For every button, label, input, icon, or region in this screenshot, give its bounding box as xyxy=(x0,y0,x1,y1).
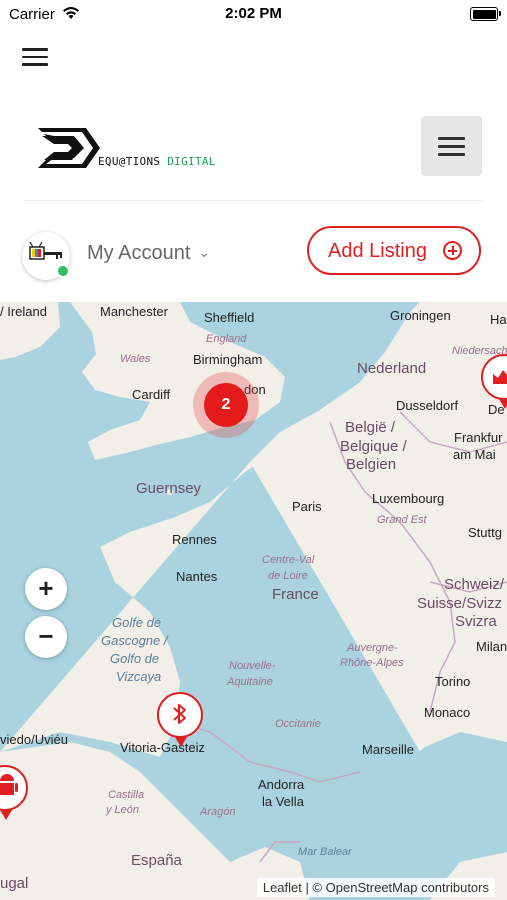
map-label-y-leon: y León xyxy=(106,804,140,816)
map-label-espana: España xyxy=(131,852,182,869)
map-label-centre-val: Centre-Val xyxy=(262,554,315,566)
openstreetmap-link[interactable]: OpenStreetMap xyxy=(326,880,418,895)
add-listing-button[interactable]: Add Listing xyxy=(307,226,481,275)
map-label-nederland: Nederland xyxy=(357,360,427,377)
map-label-nantes: Nantes xyxy=(176,569,218,584)
android-icon xyxy=(0,774,18,795)
header-menu-button[interactable] xyxy=(421,116,482,176)
map-label-la-vella: la Vella xyxy=(262,794,304,809)
map-label-suisse: Suisse/Svizz xyxy=(417,595,503,612)
leaflet-link[interactable]: Leaflet xyxy=(263,880,302,895)
zoom-in-button[interactable]: + xyxy=(25,568,67,610)
add-listing-label: Add Listing xyxy=(328,240,427,262)
map-label-paris: Paris xyxy=(292,499,322,514)
chart-icon xyxy=(493,370,507,384)
map-label-ireland: / Ireland xyxy=(0,304,47,319)
map[interactable]: / Ireland Manchester Sheffield England W… xyxy=(0,302,507,900)
map-label-occitanie: Occitanie xyxy=(275,718,321,730)
marker-cluster[interactable]: 2 xyxy=(193,372,259,438)
map-label-nouvelle: Nouvelle- xyxy=(229,660,276,672)
map-label-golfe: Golfe de xyxy=(112,615,162,630)
map-pin-android[interactable] xyxy=(0,765,28,820)
map-label-milan: Milan xyxy=(476,639,507,654)
online-status-indicator xyxy=(56,264,70,278)
map-label-wales: Wales xyxy=(120,353,151,365)
menu-icon[interactable] xyxy=(22,48,48,70)
map-label-de-loire: de Loire xyxy=(268,570,308,582)
map-label-england: England xyxy=(206,333,247,345)
map-attribution: Leaflet | © OpenStreetMap contributors xyxy=(256,878,495,897)
map-label-gascogne: Gascogne / xyxy=(101,633,168,648)
logo-mark-icon xyxy=(30,128,100,168)
map-label-castilla: Castilla xyxy=(108,789,145,801)
map-label-andorra: Andorra xyxy=(258,777,305,792)
map-label-aquitaine: Aquitaine xyxy=(227,676,273,688)
map-label-mar-balear: Mar Balear xyxy=(298,846,352,858)
map-label-am-main: am Mai xyxy=(453,447,496,462)
my-account-dropdown[interactable]: My Account ⌄ xyxy=(87,242,210,265)
map-label-france: France xyxy=(272,586,319,603)
map-label-golfo: Golfo de xyxy=(110,651,160,666)
map-label-dusseldorf: Dusseldorf xyxy=(396,398,459,413)
avatar[interactable] xyxy=(22,232,70,280)
header-divider xyxy=(24,200,483,201)
map-label-belgique: Belgique / xyxy=(340,438,407,455)
map-label-vizcaya: Vizcaya xyxy=(116,669,162,684)
map-label-schweiz: Schweiz/ xyxy=(444,576,505,593)
map-label-auvergne: Auvergne- xyxy=(347,642,398,654)
bluetooth-icon xyxy=(173,704,186,724)
map-label-rhone: Rhône-Alpes xyxy=(340,657,404,669)
clock: 2:02 PM xyxy=(225,5,282,22)
map-label-portugal: ugal xyxy=(0,875,29,892)
map-label-oviedo: viedo/Uviéu xyxy=(0,732,68,747)
map-label-svizra: Svizra xyxy=(455,613,497,630)
map-label-vitoria: Vitoria-Gasteiz xyxy=(120,740,206,755)
map-label-luxembourg: Luxembourg xyxy=(372,491,445,506)
map-label-frankfurt: Frankfur xyxy=(454,430,503,445)
map-label-groningen: Groningen xyxy=(390,308,451,323)
marker-cluster-count: 2 xyxy=(204,383,248,427)
brand-logo[interactable]: EQU@TIONS DIGITAL xyxy=(28,124,215,174)
map-label-belgie: België / xyxy=(345,419,396,436)
map-pin-bluetooth[interactable] xyxy=(157,692,203,747)
status-bar: Carrier 2:02 PM xyxy=(0,0,507,30)
map-label-belgien: Belgien xyxy=(346,456,397,473)
map-label-rennes: Rennes xyxy=(172,532,217,547)
map-label-grand-est: Grand Est xyxy=(377,514,427,526)
map-label-monaco: Monaco xyxy=(424,705,471,720)
chevron-down-icon: ⌄ xyxy=(198,244,211,260)
map-label-ha: Ha xyxy=(490,312,507,327)
map-label-sheffield: Sheffield xyxy=(204,310,255,325)
my-account-label: My Account xyxy=(87,242,191,264)
map-label-guernsey: Guernsey xyxy=(136,480,202,497)
zoom-out-button[interactable]: − xyxy=(25,616,67,658)
map-label-stuttgart: Stuttg xyxy=(468,525,502,540)
map-label-birmingham: Birmingham xyxy=(193,352,263,367)
map-label-manchester: Manchester xyxy=(100,304,168,319)
map-label-cardiff: Cardiff xyxy=(132,387,171,402)
map-pin-chart[interactable] xyxy=(481,354,507,409)
map-label-aragon: Aragón xyxy=(200,806,236,818)
map-label-torino: Torino xyxy=(435,674,471,689)
brand-text: EQU@TIONS DIGITAL xyxy=(98,155,216,168)
battery-icon xyxy=(470,7,501,21)
map-label-marseille: Marseille xyxy=(362,742,415,757)
plus-circle-icon xyxy=(443,241,462,260)
